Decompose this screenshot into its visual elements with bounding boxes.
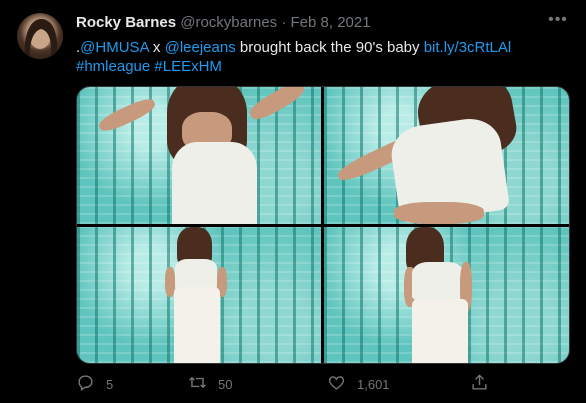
mention-leejeans[interactable]: @leejeans	[165, 39, 236, 56]
reply-button[interactable]: 5	[76, 374, 113, 394]
photo-3[interactable]	[77, 227, 321, 363]
tweet-card[interactable]: Rocky Barnes @rockybarnes · Feb 8, 2021 …	[0, 0, 586, 403]
reply-icon	[76, 373, 95, 395]
retweet-button[interactable]: 50	[188, 374, 232, 394]
more-icon[interactable]: •••	[548, 12, 568, 28]
author-handle[interactable]: @rockybarnes	[180, 14, 277, 31]
photo-4[interactable]	[324, 227, 569, 363]
tweet-header: Rocky Barnes @rockybarnes · Feb 8, 2021	[76, 14, 371, 31]
like-button[interactable]: 1,601	[327, 374, 390, 394]
reply-count: 5	[106, 376, 114, 392]
text-body: brought back the 90's baby	[235, 39, 424, 56]
media-grid	[76, 86, 570, 364]
author-name[interactable]: Rocky Barnes	[76, 14, 176, 31]
tweet-actions: 5 50 1,601	[76, 374, 516, 394]
hashtag-leexhm[interactable]: #LEExHM	[154, 58, 222, 75]
tweet-link[interactable]: bit.ly/3cRtLAl	[424, 39, 512, 56]
tweet-date[interactable]: Feb 8, 2021	[291, 14, 371, 31]
share-icon	[470, 373, 489, 395]
share-button[interactable]	[470, 374, 489, 394]
retweet-count: 50	[218, 376, 233, 392]
retweet-icon	[188, 373, 207, 395]
tweet-text: .@HMUSA x @leejeans brought back the 90'…	[76, 38, 576, 76]
photo-1[interactable]	[77, 87, 321, 224]
header-separator: ·	[281, 14, 287, 31]
photo-2[interactable]	[324, 87, 569, 224]
like-icon	[327, 373, 346, 395]
mention-hmusa[interactable]: @HMUSA	[80, 39, 149, 56]
text-x: x	[148, 39, 165, 56]
like-count: 1,601	[357, 376, 390, 392]
author-avatar[interactable]	[17, 13, 63, 59]
hashtag-hmleague[interactable]: #hmleague	[76, 58, 150, 75]
